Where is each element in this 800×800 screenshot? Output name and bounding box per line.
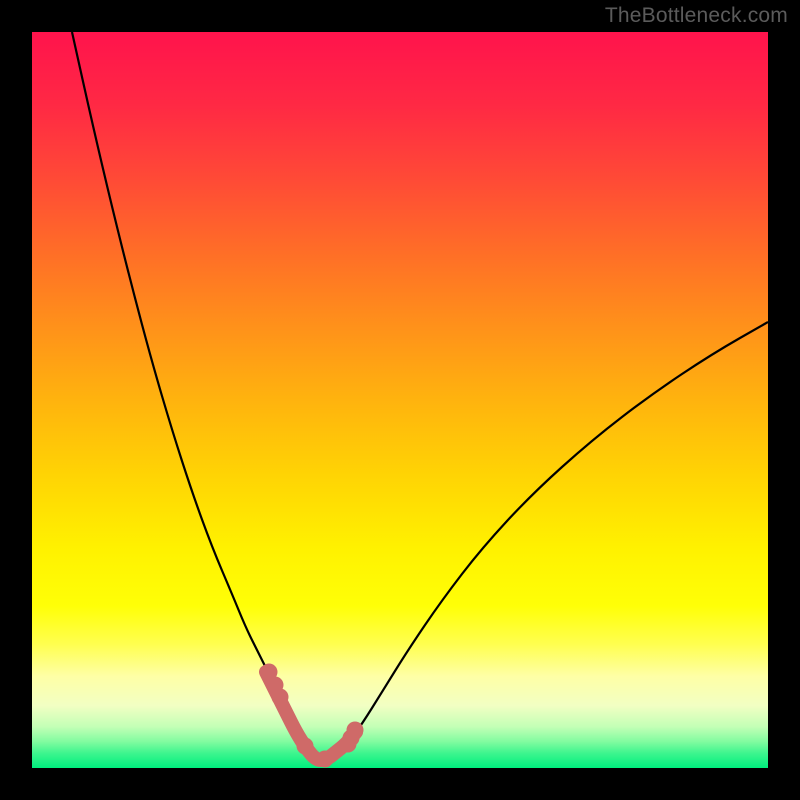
highlight-dot (297, 738, 314, 755)
watermark-text: TheBottleneck.com (605, 4, 788, 28)
curve-left-branch (72, 32, 318, 761)
highlight-dot (347, 722, 364, 739)
highlight-dot (317, 751, 334, 768)
plot-area (32, 32, 768, 768)
curve-right-branch (318, 322, 768, 761)
bottleneck-curve (32, 32, 768, 768)
highlight-dot (272, 689, 289, 706)
